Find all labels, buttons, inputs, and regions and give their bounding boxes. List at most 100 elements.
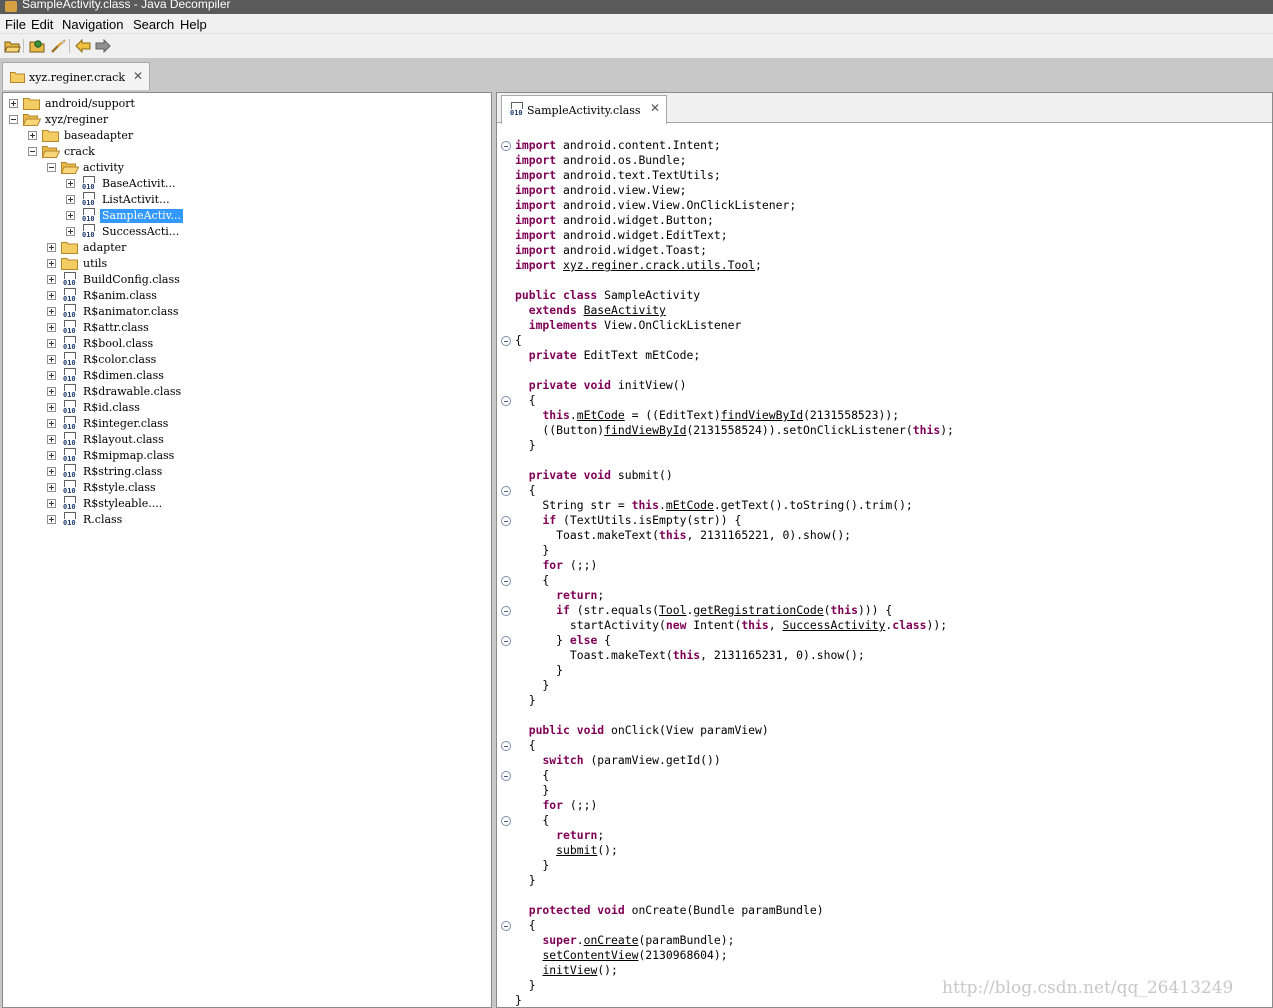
code-line: } else {	[515, 633, 611, 648]
fold-icon[interactable]	[501, 486, 511, 496]
tree-item[interactable]: baseadapter	[28, 128, 288, 144]
fold-icon[interactable]	[501, 141, 511, 151]
tree-item[interactable]: 010 R$mipmap.class	[47, 448, 307, 464]
tree-item[interactable]: 010 R$attr.class	[47, 320, 307, 336]
tree-item[interactable]: 010 R$style.class	[47, 480, 307, 496]
code-keyword: public class	[515, 288, 598, 302]
expand-icon[interactable]	[47, 259, 56, 268]
menu-edit[interactable]: Edit	[31, 17, 53, 32]
expand-icon[interactable]	[47, 355, 56, 364]
code-link[interactable]: SuccessActivity	[782, 618, 885, 632]
collapse-icon[interactable]	[9, 115, 18, 124]
code-link[interactable]: initView	[542, 963, 597, 977]
code-link[interactable]: getRegistrationCode	[693, 603, 823, 617]
code-link[interactable]: submit	[556, 843, 597, 857]
tree-item[interactable]: 010 SampleActiv...	[66, 208, 326, 224]
code-link[interactable]: findViewById	[604, 423, 686, 437]
code-keyword: super	[542, 933, 577, 947]
tree-item[interactable]: 010 R$animator.class	[47, 304, 307, 320]
tree-item[interactable]: 010 BuildConfig.class	[47, 272, 307, 288]
expand-icon[interactable]	[47, 419, 56, 428]
tree-item[interactable]: utils	[47, 256, 307, 272]
code-link[interactable]: mEtCode	[577, 408, 625, 422]
back-arrow-icon[interactable]	[74, 38, 92, 54]
tree-item[interactable]: activity	[47, 160, 307, 176]
menu-search[interactable]: Search	[133, 17, 174, 32]
collapse-icon[interactable]	[28, 147, 37, 156]
expand-icon[interactable]	[66, 195, 75, 204]
tree-item[interactable]: 010 BaseActivit...	[66, 176, 326, 192]
expand-icon[interactable]	[47, 499, 56, 508]
expand-icon[interactable]	[47, 387, 56, 396]
forward-arrow-icon[interactable]	[94, 38, 112, 54]
expand-icon[interactable]	[47, 371, 56, 380]
expand-icon[interactable]	[47, 467, 56, 476]
expand-icon[interactable]	[47, 323, 56, 332]
fold-icon[interactable]	[501, 636, 511, 646]
code-link[interactable]: mEtCode	[666, 498, 714, 512]
tree-item[interactable]: crack	[28, 144, 288, 160]
expand-icon[interactable]	[28, 131, 37, 140]
expand-icon[interactable]	[47, 435, 56, 444]
tree-item[interactable]: 010 R$id.class	[47, 400, 307, 416]
code-link[interactable]: setContentView	[542, 948, 638, 962]
expand-icon[interactable]	[47, 483, 56, 492]
fold-icon[interactable]	[501, 741, 511, 751]
tree-item[interactable]: 010 R.class	[47, 512, 307, 528]
expand-icon[interactable]	[9, 99, 18, 108]
code-link[interactable]: xyz.reginer.crack.utils.Tool	[563, 258, 755, 272]
expand-icon[interactable]	[47, 515, 56, 524]
code-link[interactable]: onCreate	[584, 933, 639, 947]
code-link[interactable]: Tool	[659, 603, 686, 617]
close-icon[interactable]: ✕	[133, 69, 143, 83]
expand-icon[interactable]	[66, 179, 75, 188]
file-tab[interactable]: xyz.reginer.crack ✕	[2, 62, 150, 90]
fold-icon[interactable]	[501, 576, 511, 586]
tree-item[interactable]: 010 R$dimen.class	[47, 368, 307, 384]
editor-panel: 010 SampleActivity.class ✕ import androi…	[496, 92, 1273, 1008]
code-link[interactable]: BaseActivity	[584, 303, 666, 317]
code-text: android.view.View;	[556, 183, 687, 197]
expand-icon[interactable]	[47, 275, 56, 284]
fold-icon[interactable]	[501, 771, 511, 781]
expand-icon[interactable]	[47, 243, 56, 252]
code-view[interactable]: import android.content.Intent; import and…	[497, 124, 1272, 1007]
tree-item[interactable]: 010 R$integer.class	[47, 416, 307, 432]
expand-icon[interactable]	[47, 339, 56, 348]
tree-item[interactable]: 010 R$styleable....	[47, 496, 307, 512]
menu-help[interactable]: Help	[180, 17, 207, 32]
expand-icon[interactable]	[47, 291, 56, 300]
tree-item[interactable]: xyz/reginer	[9, 112, 269, 128]
tree-item[interactable]: adapter	[47, 240, 307, 256]
fold-icon[interactable]	[501, 816, 511, 826]
tree-item[interactable]: android/support	[9, 96, 269, 112]
tree-item[interactable]: 010 R$bool.class	[47, 336, 307, 352]
expand-icon[interactable]	[47, 403, 56, 412]
editor-tab[interactable]: 010 SampleActivity.class ✕	[501, 95, 667, 124]
close-icon[interactable]: ✕	[650, 101, 660, 115]
expand-icon[interactable]	[47, 307, 56, 316]
open-type-icon[interactable]	[28, 38, 46, 54]
tree-item[interactable]: 010 R$drawable.class	[47, 384, 307, 400]
search-icon[interactable]	[49, 38, 67, 54]
menu-file[interactable]: File	[5, 17, 26, 32]
fold-icon[interactable]	[501, 921, 511, 931]
menu-navigation[interactable]: Navigation	[62, 17, 123, 32]
expand-icon[interactable]	[47, 451, 56, 460]
tree-item[interactable]: 010 R$anim.class	[47, 288, 307, 304]
window-title: SampleActivity.class - Java Decompiler	[22, 0, 231, 11]
expand-icon[interactable]	[66, 211, 75, 220]
fold-icon[interactable]	[501, 606, 511, 616]
tree-item[interactable]: 010 R$layout.class	[47, 432, 307, 448]
open-file-icon[interactable]	[3, 38, 21, 54]
tree-item[interactable]: 010 R$string.class	[47, 464, 307, 480]
tree-item[interactable]: 010 ListActivit...	[66, 192, 326, 208]
expand-icon[interactable]	[66, 227, 75, 236]
collapse-icon[interactable]	[47, 163, 56, 172]
tree-item[interactable]: 010 SuccessActi...	[66, 224, 326, 240]
fold-icon[interactable]	[501, 336, 511, 346]
code-link[interactable]: findViewById	[721, 408, 803, 422]
fold-icon[interactable]	[501, 396, 511, 406]
fold-icon[interactable]	[501, 516, 511, 526]
tree-item[interactable]: 010 R$color.class	[47, 352, 307, 368]
